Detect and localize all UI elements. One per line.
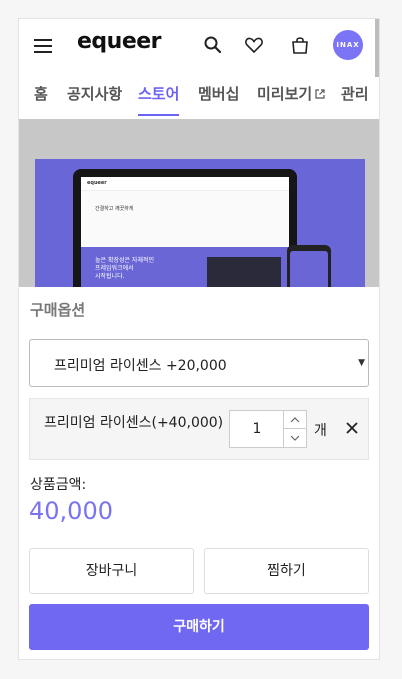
dark-ui-panel	[207, 257, 281, 287]
tab-preview-label: 미리보기	[257, 85, 313, 103]
close-icon[interactable]	[345, 421, 359, 435]
add-to-cart-button[interactable]: 장바구니	[29, 548, 194, 594]
quantity-stepper: 1	[229, 410, 307, 448]
phone-mockup	[287, 245, 331, 287]
search-icon[interactable]	[203, 35, 223, 55]
avatar[interactable]: INAX	[333, 30, 363, 60]
tab-notice[interactable]: 공지사항	[67, 83, 122, 114]
tab-membership[interactable]: 멤버십	[198, 83, 239, 114]
selected-option-row: 프리미엄 라이센스(+40,000) 1 개	[29, 398, 369, 460]
banner-background: equeer 간결하고 깨끗하게 높은 확장성은 자체적인 프레임워크에서 시작…	[35, 159, 365, 287]
wishlist-button[interactable]: 찜하기	[204, 548, 369, 594]
external-link-icon	[315, 89, 325, 99]
product-banner-image: equeer 간결하고 깨끗하게 높은 확장성은 자체적인 프레임워크에서 시작…	[19, 119, 379, 287]
quantity-input[interactable]: 1	[230, 411, 284, 447]
tab-admin[interactable]: 관리	[341, 83, 369, 114]
selected-option-label: 프리미엄 라이센스(+40,000)	[44, 415, 224, 431]
quantity-spinner	[283, 411, 306, 447]
buy-now-button[interactable]: 구매하기	[29, 604, 369, 650]
screen-title: 간결하고 깨끗하게	[95, 206, 134, 212]
store-nav-tabs: 홈 공지사항 스토어 멤버십 미리보기 관리	[19, 75, 379, 121]
price-value: 40,000	[29, 497, 113, 525]
chevron-up-icon[interactable]	[284, 411, 306, 429]
site-logo[interactable]: equeer	[77, 29, 162, 54]
option-select-value: 프리미엄 라이센스 +20,000	[54, 358, 227, 374]
top-header: equeer INAX	[19, 19, 379, 77]
price-label: 상품금액:	[30, 477, 87, 493]
chevron-down-icon[interactable]	[284, 429, 306, 447]
phone-screen	[290, 251, 328, 287]
option-select[interactable]: 프리미엄 라이센스 +20,000 ▼	[29, 339, 369, 387]
screen-subtitle: 높은 확장성은 자체적인 프레임워크에서 시작됩니다.	[95, 257, 155, 280]
purchase-options-title: 구매옵션	[30, 301, 86, 319]
caret-down-icon: ▼	[358, 358, 365, 368]
screen-logo: equeer	[81, 177, 289, 191]
tab-store[interactable]: 스토어	[138, 83, 180, 116]
tab-home[interactable]: 홈	[34, 83, 48, 114]
app-frame: equeer INAX 홈 공지사항 스토어 멤버십 미리보기 관리 equee…	[18, 18, 380, 660]
menu-icon[interactable]	[34, 39, 52, 53]
scrollbar[interactable]	[375, 19, 379, 77]
tab-preview[interactable]: 미리보기	[257, 83, 326, 114]
quantity-unit: 개	[314, 423, 327, 439]
heart-icon[interactable]	[244, 35, 264, 55]
shopping-bag-icon[interactable]	[290, 35, 310, 55]
